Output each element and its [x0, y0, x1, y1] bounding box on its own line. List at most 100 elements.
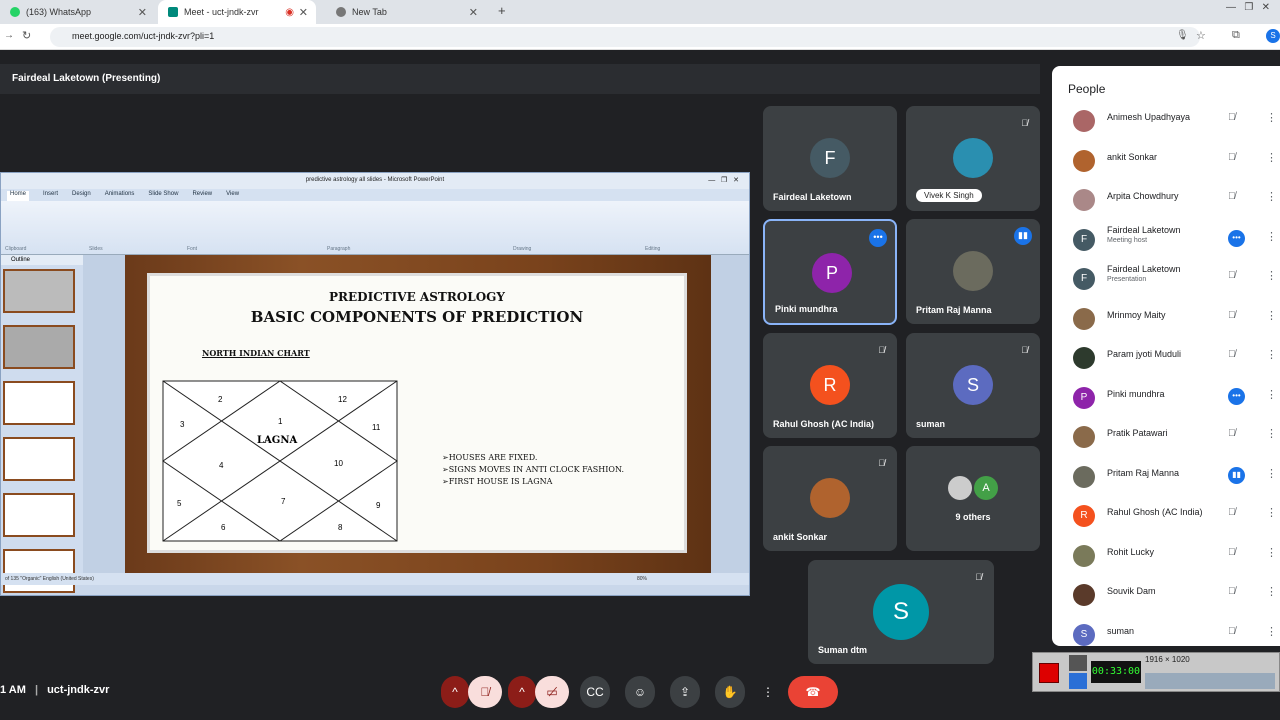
kebab-icon[interactable]: ⋮: [1266, 388, 1277, 401]
more-options-icon[interactable]: •••: [1228, 229, 1245, 247]
slide-thumbnail[interactable]: [3, 549, 75, 593]
camera-icon[interactable]: [1069, 655, 1087, 671]
participant-tile[interactable]: ▮▮ Pritam Raj Manna: [906, 219, 1040, 324]
kebab-icon[interactable]: ⋮: [1266, 348, 1277, 361]
video-options-button[interactable]: ^: [508, 676, 536, 708]
kebab-icon[interactable]: ⋮: [1266, 625, 1277, 638]
audio-options-button[interactable]: ^: [441, 676, 469, 708]
ribbon-tab-insert[interactable]: Insert: [43, 191, 58, 201]
tab-new-tab[interactable]: New Tab ✕: [326, 0, 486, 24]
camera-toggle-button[interactable]: ▭̸: [535, 676, 569, 708]
mic-off-icon[interactable]: 🎙̸: [1228, 112, 1236, 123]
mic-off-icon[interactable]: 🎙̸: [1228, 310, 1236, 321]
participant-row[interactable]: Pritam Raj Manna ▮▮ ⋮: [1052, 456, 1280, 495]
profile-avatar[interactable]: S: [1266, 29, 1280, 43]
kebab-icon[interactable]: ⋮: [1266, 151, 1277, 164]
participant-row[interactable]: ankit Sonkar 🎙̸ ⋮: [1052, 140, 1280, 179]
slide-thumbnail[interactable]: [3, 493, 75, 537]
url-field[interactable]: meet.google.com/uct-jndk-zvr?pli=1: [50, 27, 1200, 47]
close-icon[interactable]: ✕: [138, 6, 147, 19]
participant-row[interactable]: Souvik Dam 🎙̸ ⋮: [1052, 574, 1280, 613]
reload-icon[interactable]: ↻: [22, 29, 31, 42]
slide-thumbnail[interactable]: [3, 269, 75, 313]
tab-whatsapp[interactable]: (163) WhatsApp ✕: [0, 0, 155, 24]
star-icon[interactable]: ☆: [1196, 29, 1206, 42]
close-icon[interactable]: ✕: [469, 6, 478, 19]
ribbon-tab-review[interactable]: Review: [192, 191, 212, 201]
house-number: 5: [177, 499, 182, 508]
participant-row[interactable]: R Rahul Ghosh (AC India) 🎙̸ ⋮: [1052, 495, 1280, 534]
participant-row[interactable]: Mrinmoy Maity 🎙̸ ⋮: [1052, 298, 1280, 337]
avatar: [1073, 426, 1095, 448]
participant-row[interactable]: Param jyoti Muduli 🎙̸ ⋮: [1052, 337, 1280, 376]
mic-toggle-button[interactable]: 🎙̸: [468, 676, 502, 708]
ribbon-tab-animations[interactable]: Animations: [105, 191, 135, 201]
participant-tile-speaking[interactable]: ••• P Pinki mundhra: [763, 219, 897, 325]
participant-tile[interactable]: 🎙̸ R Rahul Ghosh (AC India): [763, 333, 897, 438]
mic-off-icon[interactable]: 🎙̸: [1228, 626, 1236, 637]
kebab-icon[interactable]: ⋮: [1266, 506, 1277, 519]
outline-tab[interactable]: Outline: [1, 255, 83, 265]
mic-icon[interactable]: 🎙: [1176, 30, 1189, 41]
mic-off-icon[interactable]: 🎙̸: [1228, 191, 1236, 202]
ribbon-tab-design[interactable]: Design: [72, 191, 91, 201]
slide-thumbnail[interactable]: [3, 437, 75, 481]
slide-thumbnail[interactable]: [3, 381, 75, 425]
close-icon[interactable]: ✕: [299, 6, 308, 19]
leave-call-button[interactable]: ☎: [788, 676, 838, 708]
kebab-icon[interactable]: ⋮: [1266, 467, 1277, 480]
tab-meet[interactable]: Meet - uct-jndk-zvr ◉ ✕: [158, 0, 316, 24]
raise-hand-button[interactable]: ✋: [715, 676, 745, 708]
participant-tile[interactable]: 🎙̸ Vivek K Singh: [906, 106, 1040, 211]
others-tile[interactable]: A 9 others: [906, 446, 1040, 551]
window-controls[interactable]: — ❐ ✕: [1226, 2, 1270, 13]
pause-icon[interactable]: [1069, 673, 1087, 689]
extensions-icon[interactable]: ⧉: [1232, 29, 1240, 42]
new-tab-button[interactable]: +: [498, 3, 506, 18]
kebab-icon[interactable]: ⋮: [1266, 230, 1277, 243]
self-tile[interactable]: 🎙̸ S Suman dtm: [808, 560, 994, 664]
participant-row[interactable]: F Fairdeal Laketown Meeting host ••• ⋮: [1052, 219, 1280, 258]
captions-button[interactable]: CC: [580, 676, 610, 708]
record-stop-button[interactable]: [1039, 663, 1059, 683]
participant-row[interactable]: Animesh Upadhyaya 🎙̸ ⋮: [1052, 100, 1280, 139]
ribbon-tab-home[interactable]: Home: [7, 191, 30, 201]
participant-row[interactable]: Ssuman 🎙̸ ⋮: [1052, 614, 1280, 647]
ribbon-tab-slideshow[interactable]: Slide Show: [148, 191, 178, 201]
participant-tile[interactable]: 🎙̸ S suman: [906, 333, 1040, 438]
participant-tile[interactable]: F Fairdeal Laketown: [763, 106, 897, 211]
ribbon-tab-view[interactable]: View: [226, 191, 239, 201]
kebab-icon[interactable]: ⋮: [1266, 309, 1277, 322]
participant-row[interactable]: Pratik Patawari 🎙̸ ⋮: [1052, 416, 1280, 455]
kebab-icon[interactable]: ⋮: [1266, 427, 1277, 440]
kebab-icon[interactable]: ⋮: [1266, 585, 1277, 598]
more-options-button[interactable]: ⋮: [756, 676, 780, 708]
house-number: 8: [338, 523, 343, 532]
mic-off-icon[interactable]: 🎙̸: [1228, 428, 1236, 439]
participant-row[interactable]: Rohit Lucky 🎙̸ ⋮: [1052, 535, 1280, 574]
zoom-level[interactable]: 80%: [637, 576, 647, 582]
more-options-icon[interactable]: •••: [1228, 387, 1245, 405]
mic-off-icon[interactable]: 🎙̸: [1228, 349, 1236, 360]
mic-off-icon[interactable]: 🎙̸: [1228, 586, 1236, 597]
kebab-icon[interactable]: ⋮: [1266, 546, 1277, 559]
participant-row[interactable]: P Pinki mundhra ••• ⋮: [1052, 377, 1280, 416]
emoji-button[interactable]: ☺: [625, 676, 655, 708]
mic-off-icon[interactable]: 🎙̸: [1228, 507, 1236, 518]
participant-row[interactable]: Arpita Chowdhury 🎙̸ ⋮: [1052, 179, 1280, 218]
mic-off-icon[interactable]: 🎙̸: [1228, 152, 1236, 163]
slide-thumbnail[interactable]: [3, 325, 75, 369]
more-options-icon[interactable]: •••: [869, 229, 887, 247]
house-number: 11: [372, 423, 381, 432]
mic-off-icon[interactable]: 🎙̸: [1228, 547, 1236, 558]
kebab-icon[interactable]: ⋮: [1266, 111, 1277, 124]
recorder-tools[interactable]: [1145, 673, 1275, 689]
back-icon[interactable]: →: [4, 30, 14, 41]
mic-off-icon[interactable]: 🎙̸: [1228, 270, 1236, 281]
participant-row[interactable]: F Fairdeal Laketown Presentation 🎙̸ ⋮: [1052, 258, 1280, 297]
participant-tile[interactable]: 🎙̸ ankit Sonkar: [763, 446, 897, 551]
present-button[interactable]: ⇪: [670, 676, 700, 708]
kebab-icon[interactable]: ⋮: [1266, 269, 1277, 282]
kebab-icon[interactable]: ⋮: [1266, 190, 1277, 203]
ppt-window-controls[interactable]: — ❐ ✕: [708, 176, 739, 184]
